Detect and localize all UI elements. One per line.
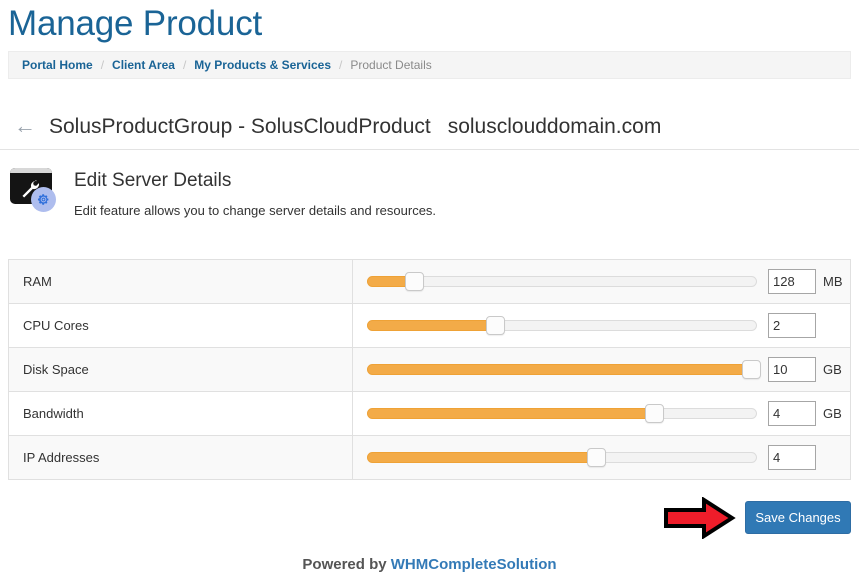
breadcrumb-separator: / — [182, 58, 187, 72]
resources-table: RAM MB CPU Cores Disk S — [8, 259, 851, 480]
resource-label: Disk Space — [9, 348, 353, 391]
red-arrow-annotation — [664, 497, 736, 539]
resource-label: CPU Cores — [9, 304, 353, 347]
slider-handle[interactable] — [486, 316, 506, 335]
manage-product-page: Manage Product Portal Home / Client Area… — [0, 0, 859, 585]
ip-addresses-slider[interactable] — [367, 448, 757, 467]
resource-unit: GB — [823, 362, 842, 377]
slider-handle[interactable] — [586, 448, 606, 467]
table-row: RAM MB — [9, 260, 850, 304]
slider-handle[interactable] — [404, 272, 424, 291]
powered-by-text: Powered by — [302, 556, 391, 573]
slider-fill — [367, 452, 596, 463]
server-wrench-gear-icon — [10, 168, 56, 212]
slider-handle[interactable] — [645, 404, 665, 423]
slider-handle[interactable] — [742, 360, 762, 379]
resource-label: Bandwidth — [9, 392, 353, 435]
cpu-cores-value-input[interactable] — [768, 313, 816, 338]
feature-title: Edit Server Details — [74, 170, 232, 191]
cpu-cores-slider[interactable] — [367, 316, 757, 335]
resource-control: GB — [353, 392, 850, 435]
resource-control — [353, 436, 850, 479]
ram-value-input[interactable] — [768, 269, 816, 294]
breadcrumb-item-my-products-services[interactable]: My Products & Services — [194, 58, 331, 72]
resource-unit: MB — [823, 274, 843, 289]
breadcrumb-separator: / — [100, 58, 105, 72]
disk-space-slider[interactable] — [367, 360, 762, 379]
product-name: SolusProductGroup - SolusCloudProduct — [49, 114, 431, 138]
resource-control: GB — [353, 348, 850, 391]
breadcrumb: Portal Home / Client Area / My Products … — [8, 51, 851, 79]
table-row: CPU Cores — [9, 304, 850, 348]
resource-label: RAM — [9, 260, 353, 303]
breadcrumb-item-product-details: Product Details — [350, 58, 432, 72]
whmcs-brand-link[interactable]: WHMCompleteSolution — [391, 556, 557, 573]
gear-badge-icon — [31, 187, 56, 212]
ram-slider[interactable] — [367, 272, 757, 291]
product-domain: solusclouddomain.com — [447, 114, 662, 138]
resource-control — [353, 304, 850, 347]
slider-fill — [367, 408, 655, 419]
powered-by-footer: Powered by WHMCompleteSolution — [0, 556, 859, 573]
table-row: Bandwidth GB — [9, 392, 850, 436]
table-row: IP Addresses — [9, 436, 850, 480]
ip-addresses-value-input[interactable] — [768, 445, 816, 470]
feature-description: Edit feature allows you to change server… — [74, 203, 437, 218]
resource-control: MB — [353, 260, 850, 303]
bandwidth-value-input[interactable] — [768, 401, 816, 426]
gear-icon — [37, 194, 49, 205]
bandwidth-slider[interactable] — [367, 404, 757, 423]
disk-space-value-input[interactable] — [768, 357, 816, 382]
resource-label: IP Addresses — [9, 436, 353, 479]
table-row: Disk Space GB — [9, 348, 850, 392]
resource-unit: GB — [823, 406, 842, 421]
save-changes-button[interactable]: Save Changes — [745, 501, 851, 534]
slider-fill — [367, 364, 752, 375]
arrow-left-icon[interactable]: ← — [14, 114, 36, 137]
slider-fill — [367, 320, 496, 331]
page-title: Manage Product — [8, 4, 263, 43]
product-header: ← SolusProductGroup - SolusCloudProduct … — [0, 104, 859, 150]
breadcrumb-separator: / — [339, 58, 343, 72]
breadcrumb-item-portal-home[interactable]: Portal Home — [22, 58, 93, 72]
breadcrumb-item-client-area[interactable]: Client Area — [112, 58, 175, 72]
